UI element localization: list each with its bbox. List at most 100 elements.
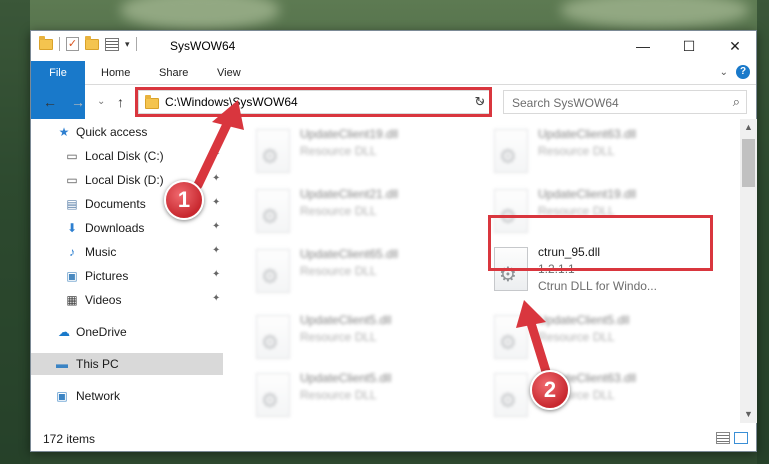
- pin-icon: ✦: [212, 197, 221, 208]
- file-item[interactable]: UpdateClient65.dll Resource DLL: [248, 243, 478, 301]
- tab-home[interactable]: Home: [93, 61, 138, 85]
- pin-icon: ✦: [212, 221, 221, 232]
- file-item[interactable]: UpdateClient21.dll Resource DLL: [248, 183, 478, 241]
- large-icons-view-icon[interactable]: [734, 432, 748, 444]
- file-name: UpdateClient5.dll: [300, 371, 392, 385]
- file-list: UpdateClient19.dll Resource DLL UpdateCl…: [228, 119, 740, 423]
- customize-toolbar-icon[interactable]: ▾: [125, 39, 130, 50]
- file-item[interactable]: UpdateClient19.dll Resource DLL: [248, 123, 478, 181]
- help-icon[interactable]: ?: [736, 65, 750, 79]
- window-title: SysWOW64: [170, 39, 236, 53]
- toolbar-divider: [59, 37, 60, 51]
- sidebar-item-music[interactable]: ♪ Music ✦: [31, 241, 227, 263]
- file-item[interactable]: UpdateClient5.dll Resource DLL: [248, 309, 478, 367]
- scroll-down-icon[interactable]: ▼: [740, 406, 757, 423]
- search-icon[interactable]: ⌕: [733, 94, 740, 110]
- file-description: Ctrun DLL for Windo...: [538, 279, 657, 293]
- dll-file-icon: [494, 373, 528, 417]
- file-type: Resource DLL: [300, 144, 377, 158]
- pin-icon: ✦: [212, 269, 221, 280]
- navigation-pane: ★ Quick access ▭ Local Disk (C:) ✦ ▭ Loc…: [31, 119, 227, 423]
- file-item[interactable]: UpdateClient63.dll Resource DLL: [486, 123, 716, 181]
- details-view-icon[interactable]: [716, 432, 730, 444]
- back-button[interactable]: ←: [43, 94, 57, 110]
- sidebar-item-videos[interactable]: ▦ Videos ✦: [31, 289, 227, 311]
- sidebar-item-label: Videos: [85, 293, 122, 307]
- navigation-bar: ← → ⌄ ↑ C:\Windows\SysWOW64 ⌄ ↻ Search S…: [31, 86, 756, 118]
- file-item[interactable]: UpdateClient5.dll Resource DLL: [248, 367, 478, 423]
- dll-file-icon: [256, 249, 290, 293]
- sidebar-item-quick-access[interactable]: ★ Quick access: [31, 121, 227, 143]
- dll-file-icon: [256, 129, 290, 173]
- sidebar-item-this-pc[interactable]: ▬ This PC: [31, 353, 223, 375]
- folder-icon: [39, 35, 53, 50]
- sidebar-item-downloads[interactable]: ⬇ Downloads ✦: [31, 217, 227, 239]
- sidebar-item-label: OneDrive: [76, 325, 127, 339]
- sidebar-item-label: Documents: [85, 197, 146, 211]
- sidebar-item-local-disk-c[interactable]: ▭ Local Disk (C:) ✦: [31, 145, 227, 167]
- network-icon: ▣: [56, 389, 68, 403]
- file-type: Resource DLL: [300, 204, 377, 218]
- item-count: 172 items: [43, 432, 96, 446]
- vertical-scrollbar[interactable]: ▲ ▼: [740, 119, 757, 423]
- sidebar-item-label: Local Disk (D:): [85, 173, 164, 187]
- music-icon: ♪: [69, 245, 75, 259]
- close-button[interactable]: ✕: [712, 31, 758, 61]
- file-type: Resource DLL: [300, 388, 377, 402]
- file-name: UpdateClient21.dll: [300, 187, 399, 201]
- file-name: UpdateClient5.dll: [300, 313, 392, 327]
- maximize-button[interactable]: ☐: [666, 31, 712, 61]
- properties-icon[interactable]: [105, 37, 119, 51]
- minimize-button[interactable]: —: [620, 31, 666, 61]
- drive-icon: ▭: [66, 173, 78, 187]
- videos-icon: ▦: [66, 293, 78, 307]
- tab-view[interactable]: View: [209, 61, 249, 85]
- sidebar-item-label: This PC: [76, 357, 119, 371]
- up-button[interactable]: ↑: [117, 94, 124, 110]
- tab-share[interactable]: Share: [151, 61, 196, 85]
- pin-icon: ✦: [212, 149, 221, 160]
- properties-check-icon[interactable]: ✓: [66, 37, 79, 51]
- file-item[interactable]: UpdateClient63.dll Resource DLL: [486, 367, 716, 423]
- file-item[interactable]: UpdateClient5.dll Resource DLL: [486, 309, 716, 367]
- sidebar-item-pictures[interactable]: ▣ Pictures ✦: [31, 265, 227, 287]
- sidebar-item-label: Network: [76, 389, 121, 403]
- address-highlight-box: [135, 87, 492, 117]
- pin-icon: ✦: [212, 173, 221, 184]
- ribbon-tabs: File Home Share View ⌄ ?: [31, 61, 756, 119]
- sidebar-item-label: Downloads: [85, 221, 145, 235]
- file-name: UpdateClient19.dll: [538, 187, 637, 201]
- file-type: Resource DLL: [538, 330, 615, 344]
- expand-ribbon-icon[interactable]: ⌄: [720, 67, 728, 78]
- file-explorer-window: ✓ ▾ SysWOW64 — ☐ ✕ File Home Share View …: [30, 30, 757, 452]
- sidebar-item-label: Quick access: [76, 125, 148, 139]
- dll-file-icon: [494, 315, 528, 359]
- file-type: Resource DLL: [300, 330, 377, 344]
- pictures-icon: ▣: [66, 269, 78, 283]
- documents-icon: ▤: [66, 197, 78, 211]
- file-name: UpdateClient63.dll: [538, 127, 637, 141]
- search-box[interactable]: Search SysWOW64 ⌕: [503, 90, 747, 114]
- view-toggle: [716, 432, 748, 444]
- downloads-icon: ⬇: [66, 221, 78, 235]
- star-icon: ★: [58, 125, 70, 139]
- file-highlight-box: [488, 215, 713, 271]
- step-2-marker: 2: [530, 370, 570, 410]
- sidebar-item-onedrive[interactable]: ☁ OneDrive: [31, 321, 227, 343]
- sidebar-item-label: Pictures: [85, 269, 129, 283]
- onedrive-icon: ☁: [58, 325, 70, 339]
- step-1-marker: 1: [164, 180, 204, 220]
- pin-icon: ✦: [212, 293, 221, 304]
- toolbar-divider: [135, 37, 137, 51]
- sidebar-item-network[interactable]: ▣ Network: [31, 385, 227, 407]
- scroll-thumb[interactable]: [742, 139, 755, 187]
- forward-button[interactable]: →: [71, 94, 85, 110]
- recent-locations-button[interactable]: ⌄: [97, 96, 105, 107]
- file-name: UpdateClient19.dll: [300, 127, 399, 141]
- this-pc-icon: ▬: [56, 357, 68, 371]
- dll-file-icon: [494, 129, 528, 173]
- scroll-up-icon[interactable]: ▲: [740, 119, 757, 136]
- search-placeholder[interactable]: Search SysWOW64: [512, 96, 619, 110]
- file-name: UpdateClient65.dll: [300, 247, 399, 261]
- new-folder-icon[interactable]: [85, 35, 99, 50]
